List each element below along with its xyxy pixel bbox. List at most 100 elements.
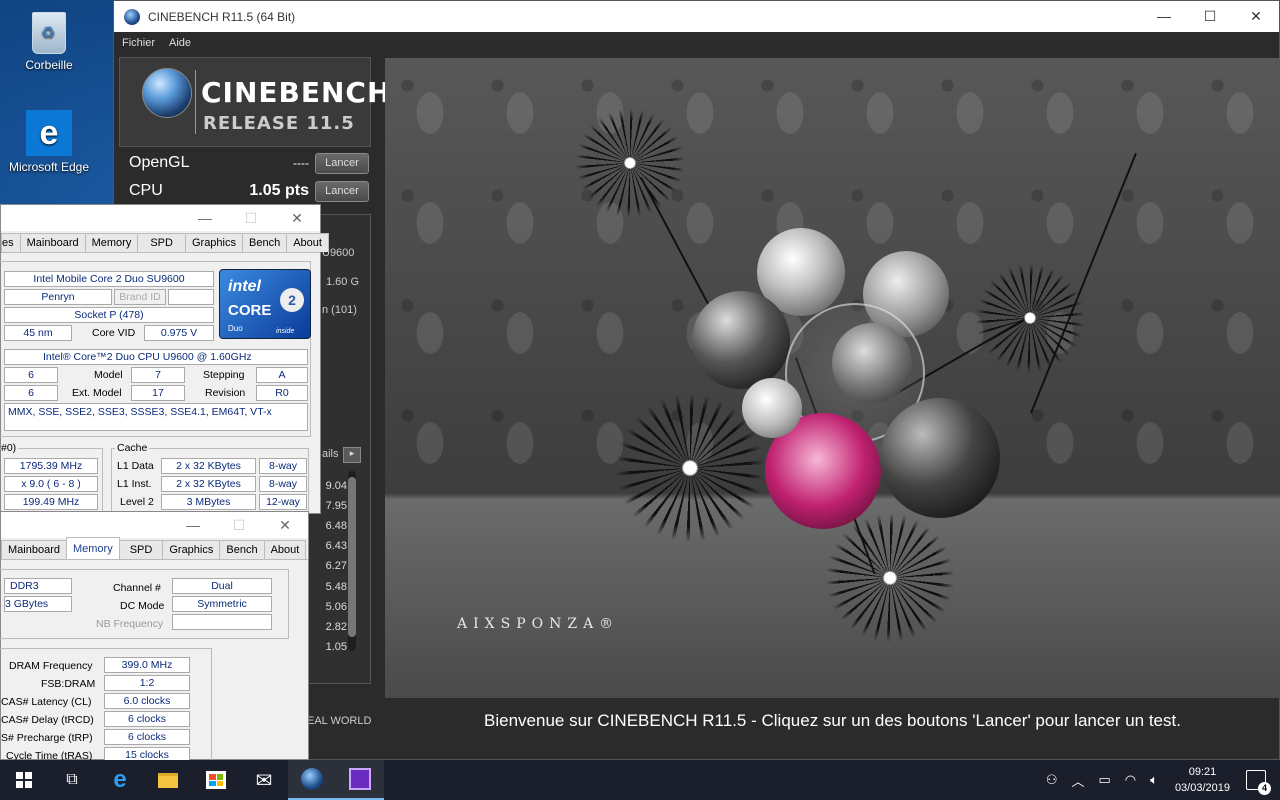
ras-to-cas-label: CAS# Delay (tRCD): [1, 714, 94, 726]
cinebench-menubar: Fichier Aide: [114, 32, 1279, 54]
tab-graphics[interactable]: Graphics: [184, 233, 243, 252]
memory-type-field: DDR3: [4, 578, 72, 594]
cinebench-logo-icon: [124, 8, 140, 25]
cas-latency-field: 6.0 clocks: [104, 693, 190, 709]
show-hidden-icons-icon[interactable]: ︿: [1071, 771, 1084, 790]
tab-bench[interactable]: Bench: [219, 540, 265, 559]
edge-taskbar-icon[interactable]: e: [96, 760, 144, 800]
maximize-button[interactable]: ☐: [228, 210, 274, 227]
tab-graphics[interactable]: Graphics: [162, 540, 221, 559]
maximize-button[interactable]: ☐: [1187, 8, 1233, 25]
tab-about[interactable]: About: [286, 233, 329, 252]
revision-label: Revision: [205, 387, 246, 399]
cinebench-title: CINEBENCH R11.5 (64 Bit): [148, 9, 296, 24]
nb-frequency-field: [172, 614, 272, 630]
tab-memory[interactable]: Memory: [65, 537, 120, 559]
channel-field: Dual: [172, 578, 272, 594]
cpuz-taskbar-icon[interactable]: [336, 760, 384, 800]
people-icon[interactable]: ⚇: [1046, 772, 1058, 788]
dram-frequency-label: DRAM Frequency: [9, 660, 93, 672]
recycle-bin-desktop-icon[interactable]: Corbeille: [1, 8, 97, 72]
minimize-button[interactable]: —: [170, 517, 216, 533]
tab-mainboard[interactable]: Mainboard: [19, 233, 86, 252]
close-button[interactable]: ✕: [262, 517, 308, 534]
file-explorer-icon[interactable]: [144, 760, 192, 800]
specification-field: Intel® Core™2 Duo CPU U9600 @ 1.60GHz: [4, 349, 308, 365]
ras-precharge-label: S# Precharge (tRP): [1, 732, 93, 744]
close-button[interactable]: ✕: [1233, 8, 1279, 25]
brand-id-field: [168, 289, 214, 305]
opengl-score: ----: [293, 156, 309, 170]
store-icon[interactable]: [192, 760, 240, 800]
ranking-score: 5.48: [325, 580, 347, 593]
level2-field: 3 MBytes: [161, 494, 256, 510]
l1-inst-label: L1 Inst.: [117, 478, 152, 490]
cpuz-cpu-titlebar[interactable]: — ☐ ✕: [1, 205, 320, 231]
stepping-field: A: [256, 367, 308, 383]
cpu-row: CPU 1.05 pts Lancer: [119, 177, 371, 205]
instructions-field: MMX, SSE, SSE2, SSE3, SSSE3, SSE4.1, EM6…: [4, 403, 308, 431]
package-field: Socket P (478): [4, 307, 214, 323]
volume-muted-icon[interactable]: 🔈︎: [1150, 772, 1158, 788]
taskbar: ⧉ e ✉ ⚇ ︿ ▭ ◠ 🔈︎ 09:21 03/03/2019 4: [0, 760, 1280, 800]
tab-about[interactable]: About: [263, 540, 307, 559]
ranking-score: 2.82: [325, 620, 347, 633]
metal-sphere: [692, 291, 790, 389]
minimize-button[interactable]: —: [1141, 8, 1187, 25]
core-vid-field: 0.975 V: [144, 325, 214, 341]
ext-model-label: Ext. Model: [72, 387, 122, 399]
clock[interactable]: 09:21 03/03/2019: [1175, 764, 1230, 796]
tab-bench[interactable]: Bench: [242, 233, 288, 252]
menu-fichier[interactable]: Fichier: [122, 37, 155, 49]
tab-spd[interactable]: SPD: [137, 233, 186, 252]
close-button[interactable]: ✕: [274, 210, 320, 227]
model-label: Model: [94, 369, 123, 381]
small-lace-sphere: [832, 323, 912, 403]
dc-mode-label: DC Mode: [120, 600, 165, 612]
cpu-run-button[interactable]: Lancer: [315, 180, 369, 202]
tab-spd[interactable]: SPD: [118, 540, 164, 559]
cinebench-taskbar-icon[interactable]: [288, 760, 336, 800]
details-partial: ails: [322, 448, 339, 460]
cinebench-left-panel: CINEBENCH RELEASE 11.5 OpenGL ---- Lance…: [119, 57, 390, 205]
battery-icon[interactable]: ▭: [1098, 772, 1110, 788]
recycle-bin-label: Corbeille: [25, 58, 73, 72]
revision-field: R0: [256, 385, 308, 401]
menu-aide[interactable]: Aide: [169, 37, 191, 49]
render-viewport: AIXSPONZA®: [385, 58, 1280, 698]
brand-id-label: Brand ID: [114, 289, 166, 305]
l1-data-label: L1 Data: [117, 460, 154, 472]
clock-date: 03/03/2019: [1174, 782, 1230, 794]
tab-memory[interactable]: Memory: [84, 233, 139, 252]
cpuz-memory-titlebar[interactable]: — ☐ ✕: [1, 512, 308, 538]
start-button[interactable]: [0, 760, 48, 800]
minimize-button[interactable]: —: [182, 210, 228, 226]
task-view-button[interactable]: ⧉: [48, 760, 96, 800]
opengl-run-button[interactable]: Lancer: [315, 152, 369, 174]
details-toggle-button[interactable]: ▸: [343, 447, 361, 463]
cinebench-logo-panel: CINEBENCH RELEASE 11.5: [119, 57, 390, 147]
maximize-button[interactable]: ☐: [216, 517, 262, 534]
level2-way-field: 12-way: [259, 494, 307, 510]
core-vid-label: Core VID: [92, 327, 136, 339]
tab-caches[interactable]: es: [1, 233, 21, 252]
clock-time: 09:21: [1188, 766, 1217, 778]
edge-desktop-icon[interactable]: e Microsoft Edge: [1, 110, 97, 174]
cinebench-titlebar[interactable]: CINEBENCH R11.5 (64 Bit) — ☐ ✕: [114, 1, 1279, 32]
intel-core2-duo-logo: intel 2 CORE Duo inside: [219, 269, 311, 339]
l1-inst-way-field: 8-way: [259, 476, 307, 492]
ranking-score: 1.05: [325, 640, 347, 653]
core-speed-field: 1795.39 MHz: [4, 458, 98, 474]
wifi-icon[interactable]: ◠: [1125, 772, 1136, 788]
notifications-icon[interactable]: 4: [1246, 770, 1271, 795]
cache-label: Cache: [115, 442, 150, 454]
fsb-dram-label: FSB:DRAM: [41, 678, 96, 690]
cpu-score: 1.05 pts: [249, 182, 309, 199]
mail-icon[interactable]: ✉: [240, 760, 288, 800]
ranking-scrollbar[interactable]: [348, 471, 356, 651]
cpuz-memory-tabs: Mainboard Memory SPD Graphics Bench Abou…: [1, 537, 308, 560]
cpu-label: CPU: [129, 182, 163, 199]
bus-speed-field: 199.49 MHz: [4, 494, 98, 510]
ranking-score: 6.43: [325, 540, 347, 553]
tab-mainboard[interactable]: Mainboard: [1, 540, 67, 559]
